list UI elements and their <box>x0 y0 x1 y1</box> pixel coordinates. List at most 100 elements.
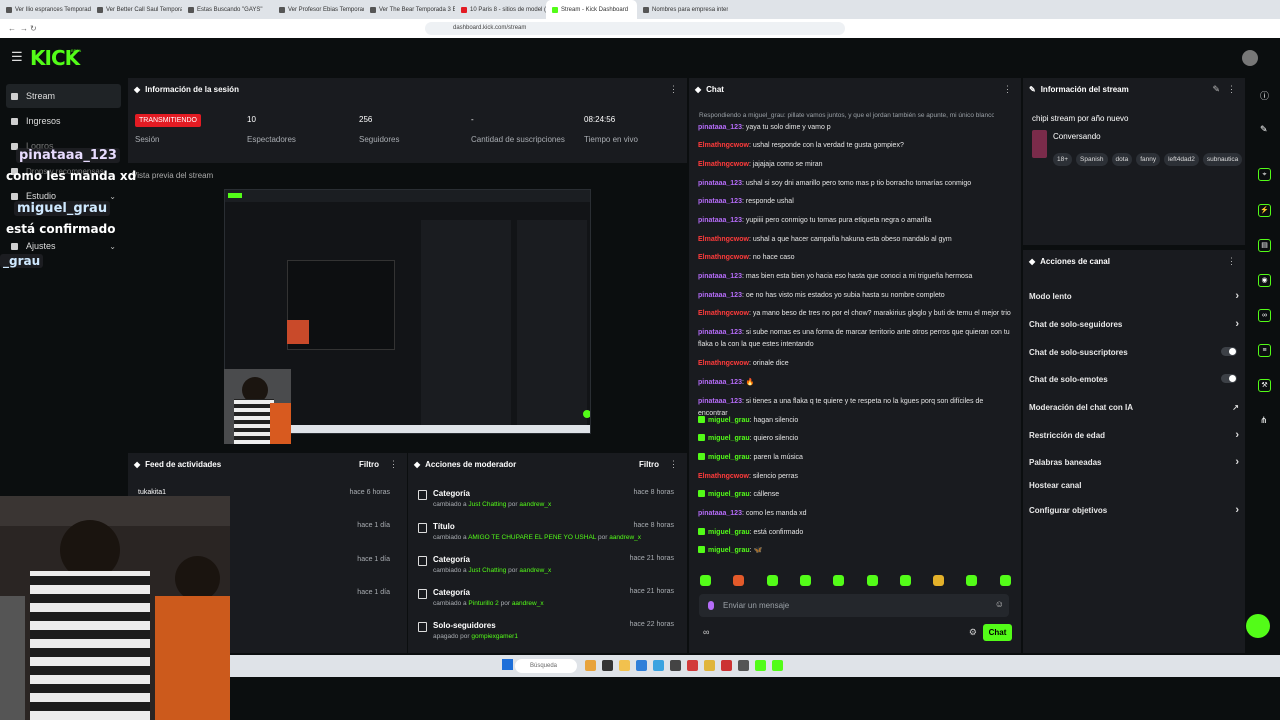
chat-username[interactable]: pinataaa_123 <box>698 198 742 205</box>
filter-button[interactable]: Filtro <box>639 460 659 469</box>
chat-username[interactable]: Elmathngcwow <box>698 236 749 243</box>
more-options-icon[interactable]: ⋮ <box>669 459 678 470</box>
emote-picker-icon[interactable]: ☺ <box>995 599 1004 609</box>
stream-tag[interactable]: fanny <box>1136 153 1161 166</box>
channel-action-item[interactable]: Palabras baneadas › <box>1029 456 1239 468</box>
chrome-icon[interactable] <box>704 660 715 671</box>
emote-icon[interactable] <box>833 575 845 586</box>
chat-bubble-icon[interactable]: ◉ <box>1258 274 1271 287</box>
app-icon[interactable] <box>602 660 613 671</box>
chat-username[interactable]: pinataaa_123 <box>698 379 742 386</box>
hamburger-menu-icon[interactable]: ☰ <box>11 49 23 65</box>
edge-icon[interactable] <box>636 660 647 671</box>
wrench-icon[interactable]: ⚒ <box>1258 379 1271 392</box>
emote-icon[interactable] <box>999 575 1011 586</box>
emote-icon[interactable] <box>766 575 778 586</box>
channel-action-item[interactable]: Chat de solo-suscriptores <box>1029 347 1239 357</box>
mod-action-user[interactable]: aandrew_x <box>519 501 551 508</box>
emote-icon[interactable] <box>866 575 878 586</box>
chat-username[interactable]: Elmathngcwow <box>698 473 749 480</box>
browser-tab[interactable]: Ver Profesor Ebias Temporada 2 Episo <box>273 0 364 19</box>
url-field[interactable]: dashboard.kick.com/stream <box>425 22 845 35</box>
chat-username[interactable]: pinataaa_123 <box>698 510 742 517</box>
chat-username[interactable]: pinataaa_123 <box>698 124 742 131</box>
filter-button[interactable]: Filtro <box>359 460 379 469</box>
emote-icon[interactable] <box>933 575 945 586</box>
browser-tab[interactable]: Estas Buscando "GAYS" <box>182 0 273 19</box>
mod-action-user[interactable]: aandrew_x <box>512 600 544 607</box>
chat-username[interactable]: Elmathngcwow <box>698 161 749 168</box>
channel-action-item[interactable]: Configurar objetivos › <box>1029 504 1239 516</box>
chat-username[interactable]: miguel_grau <box>708 454 750 461</box>
list-icon[interactable]: ≡ <box>1258 344 1271 357</box>
edit-icon[interactable]: ✎ <box>1212 84 1220 95</box>
browser-tab[interactable]: Ver The Bear Temporada 3 Episodio <box>364 0 455 19</box>
more-options-icon[interactable]: ⋮ <box>1227 256 1236 267</box>
chat-username[interactable]: Elmathngcwow <box>698 310 749 317</box>
app-icon[interactable] <box>738 660 749 671</box>
pencil-icon[interactable]: ✎ <box>1260 124 1268 135</box>
app-icon[interactable] <box>670 660 681 671</box>
browser-tab[interactable]: Stream - Kick Dashboard <box>546 0 637 19</box>
kick-app-icon[interactable] <box>755 660 766 671</box>
help-fab-button[interactable] <box>1246 614 1270 638</box>
channel-action-item[interactable]: Restricción de edad › <box>1029 429 1239 441</box>
stream-tag[interactable]: dota <box>1111 153 1133 166</box>
chat-username[interactable]: miguel_grau <box>708 435 750 442</box>
more-options-icon[interactable]: ⋮ <box>669 84 678 95</box>
chat-username[interactable]: pinataaa_123 <box>698 398 742 405</box>
bolt-icon[interactable]: ⚡ <box>1258 204 1271 217</box>
mod-action-user[interactable]: aandrew_x <box>519 567 551 574</box>
link-icon[interactable]: ∞ <box>1258 309 1271 322</box>
chat-username[interactable]: miguel_grau <box>708 417 750 424</box>
chat-username[interactable]: pinataaa_123 <box>698 217 742 224</box>
forward-icon[interactable]: → <box>20 24 28 33</box>
chat-username[interactable]: pinataaa_123 <box>698 329 742 336</box>
channel-action-item[interactable]: Hostear canal <box>1029 481 1239 490</box>
emote-icon[interactable] <box>799 575 811 586</box>
reload-icon[interactable]: ↻ <box>30 24 37 33</box>
windows-start-icon[interactable] <box>502 659 513 670</box>
chat-username[interactable]: Elmathngcwow <box>698 142 749 149</box>
kick-app-icon[interactable] <box>772 660 783 671</box>
app-icon[interactable] <box>653 660 664 671</box>
stream-tag[interactable]: subnautica <box>1202 153 1243 166</box>
more-options-icon[interactable]: ⋮ <box>1003 84 1012 95</box>
chat-username[interactable]: Elmathngcwow <box>698 254 749 261</box>
chat-username[interactable]: pinataaa_123 <box>698 273 742 280</box>
mod-action-user[interactable]: aandrew_x <box>609 534 641 541</box>
emote-icon[interactable] <box>700 575 711 586</box>
chat-username[interactable]: Elmathngcwow <box>698 360 749 367</box>
channel-action-item[interactable]: Chat de solo-emotes <box>1029 374 1239 384</box>
send-chat-button[interactable]: Chat <box>983 624 1012 641</box>
back-icon[interactable]: ← <box>8 24 16 33</box>
settings-icon[interactable]: ∞ <box>703 627 709 637</box>
chat-username[interactable]: miguel_grau <box>708 529 750 536</box>
taskbar-search[interactable]: Búsqueda <box>515 659 577 673</box>
toggle-switch[interactable] <box>1221 374 1237 383</box>
chat-input[interactable]: Enviar un mensaje <box>699 594 1009 617</box>
browser-tab[interactable]: Ver Better Call Saul Temporada 2 Epi <box>91 0 182 19</box>
sidebar-item-stream[interactable]: Stream <box>6 84 121 108</box>
mod-action-user[interactable]: gompiexgamer1 <box>471 633 518 640</box>
avatar[interactable] <box>1242 50 1258 66</box>
browser-tab[interactable]: Nombres para empresa internet <box>637 0 728 19</box>
chat-username[interactable]: pinataaa_123 <box>698 180 742 187</box>
info-icon[interactable]: ⓘ <box>1260 89 1269 102</box>
file-icon[interactable]: ▤ <box>1258 239 1271 252</box>
emote-icon[interactable] <box>966 575 978 586</box>
browser-tab[interactable]: Ver Ilio esprances Temporada 9 Episod <box>0 0 91 19</box>
more-options-icon[interactable]: ⋮ <box>389 459 398 470</box>
browser-tab[interactable]: 10 Paris 8 - sitios de model (Hildegard <box>455 0 546 19</box>
folder-icon[interactable] <box>619 660 630 671</box>
chat-username[interactable]: pinataaa_123 <box>698 292 742 299</box>
emote-icon[interactable] <box>899 575 911 586</box>
channel-action-item[interactable]: Moderación del chat con IA ↗ <box>1029 403 1239 412</box>
chat-username[interactable]: miguel_grau <box>708 491 750 498</box>
channel-action-item[interactable]: Modo lento › <box>1029 290 1239 302</box>
emote-icon[interactable] <box>733 575 745 586</box>
more-options-icon[interactable]: ⋮ <box>1227 84 1236 95</box>
toggle-switch[interactable] <box>1221 347 1237 356</box>
stream-tag[interactable]: Spanish <box>1076 153 1108 166</box>
chat-username[interactable]: miguel_grau <box>708 547 750 554</box>
